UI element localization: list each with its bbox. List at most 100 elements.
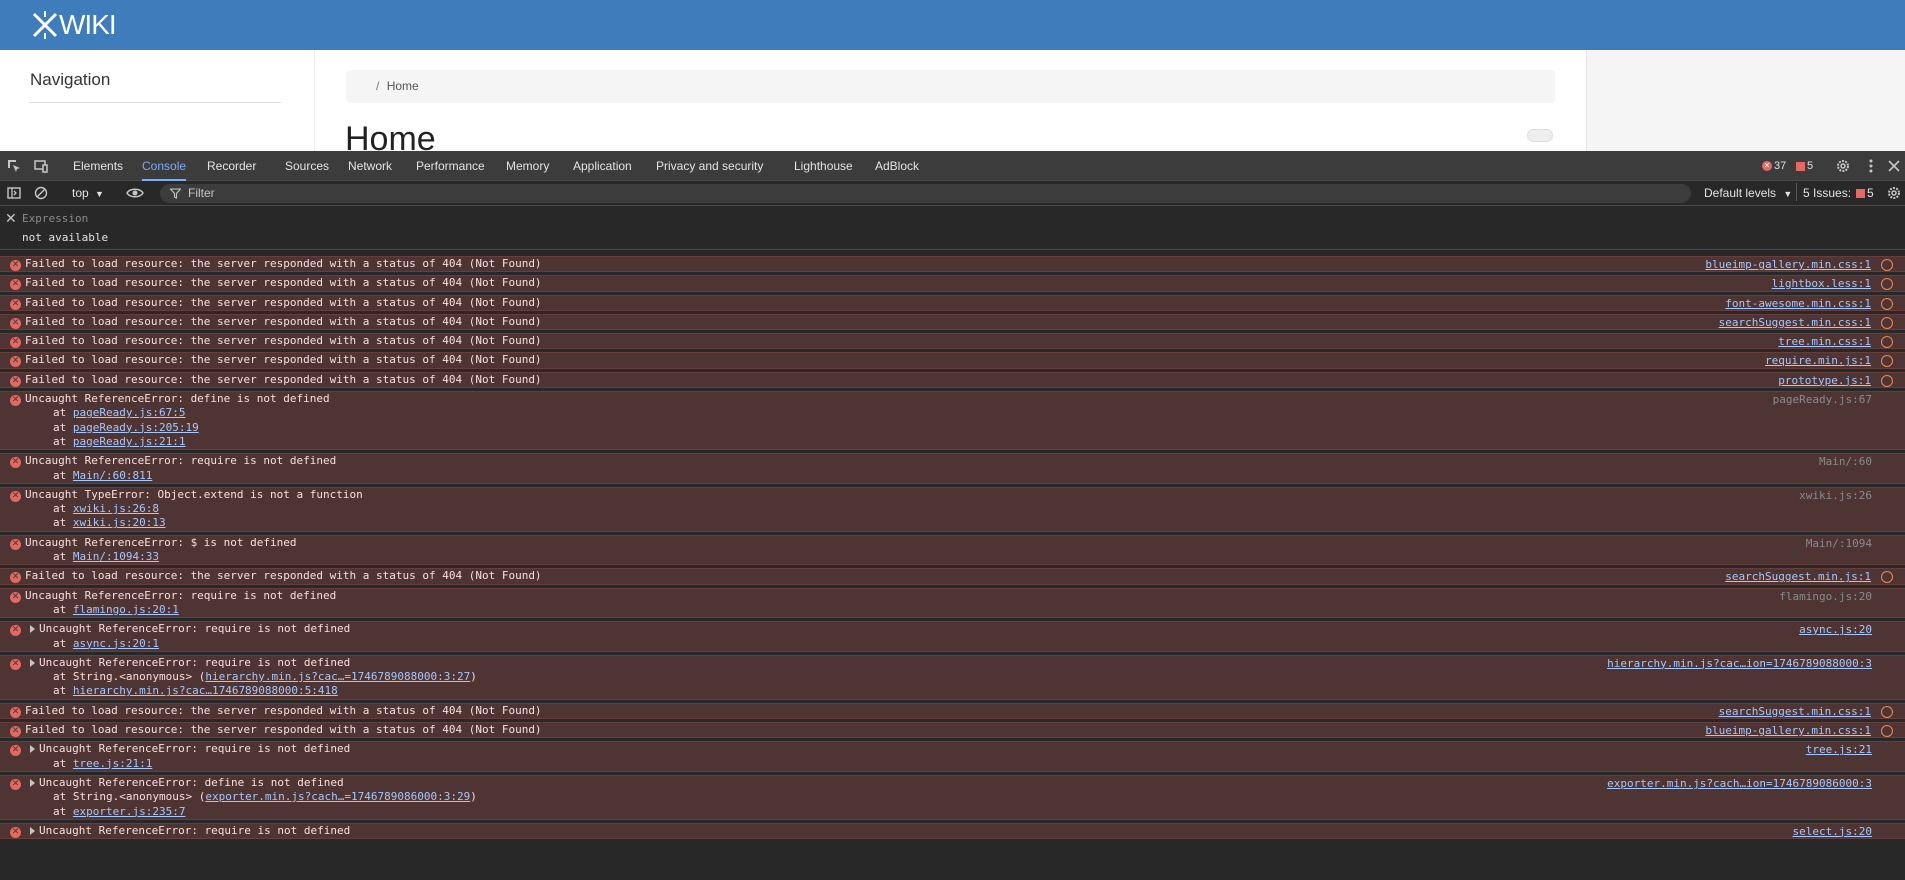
console-message[interactable]: ✕ Uncaught ReferenceError: define is not … — [0, 774, 1905, 820]
tab-privacy-and-security[interactable]: Privacy and security — [656, 151, 763, 181]
expand-triangle-icon[interactable] — [30, 658, 35, 667]
console-message[interactable]: ✕ Failed to load resource: the server res… — [0, 702, 1905, 720]
source-link[interactable]: blueimp-gallery.min.css:1 — [1705, 724, 1871, 738]
tab-console[interactable]: Console — [142, 151, 187, 181]
stack-link[interactable]: hierarchy.min.js?cac…=1746789088000:3:27 — [205, 670, 470, 683]
source-link[interactable]: blueimp-gallery.min.css:1 — [1705, 258, 1871, 272]
source-link[interactable]: Main/:1094 — [1806, 537, 1872, 551]
inspect-element-icon[interactable] — [6, 158, 22, 174]
source-link[interactable]: select.js:20 — [1793, 825, 1872, 839]
expand-triangle-icon[interactable] — [30, 625, 35, 634]
stack-link[interactable]: exporter.js:235:7 — [73, 805, 186, 818]
error-icon: ✕ — [10, 298, 21, 310]
console-message[interactable]: ✕ Uncaught ReferenceError: require is not… — [0, 453, 1905, 484]
console-message[interactable]: ✕ Uncaught ReferenceError: require is not… — [0, 741, 1905, 772]
console-message[interactable]: ✕ Uncaught ReferenceError: define is not … — [0, 391, 1905, 451]
tab-elements[interactable]: Elements — [73, 151, 123, 181]
network-request-icon[interactable] — [1881, 259, 1893, 271]
stack-link[interactable]: flamingo.js:20:1 — [73, 603, 179, 616]
expand-triangle-icon[interactable] — [30, 778, 35, 787]
source-link[interactable]: font-awesome.min.css:1 — [1725, 297, 1871, 311]
error-count-badge[interactable]: ✕ 37 — [1762, 159, 1786, 173]
filter-icon — [170, 188, 181, 199]
source-link[interactable]: searchSuggest.min.css:1 — [1719, 316, 1871, 330]
console-settings-gear-icon[interactable] — [1886, 185, 1902, 201]
stack-link[interactable]: Main/:1094:33 — [73, 550, 159, 563]
stack-link[interactable]: Main/:60:811 — [73, 469, 152, 482]
tab-application[interactable]: Application — [573, 151, 632, 181]
log-levels-dropdown[interactable]: Default levels ▼ — [1704, 186, 1792, 200]
source-link[interactable]: require.min.js:1 — [1765, 354, 1871, 368]
source-link[interactable]: prototype.js:1 — [1778, 374, 1871, 388]
source-link[interactable]: async.js:20 — [1799, 623, 1872, 637]
live-expression-eye-icon[interactable] — [126, 185, 144, 201]
stack-link[interactable]: exporter.min.js?cach…=1746789086000:3:29 — [205, 790, 470, 803]
stack-link[interactable]: async.js:20:1 — [73, 637, 159, 650]
expand-triangle-icon[interactable] — [30, 826, 35, 835]
source-link[interactable]: searchSuggest.min.js:1 — [1725, 570, 1871, 584]
console-message[interactable]: ✕ Failed to load resource: the server res… — [0, 722, 1905, 739]
console-message[interactable]: ✕ Uncaught TypeError: Object.extend is no… — [0, 486, 1905, 532]
tab-network[interactable]: Network — [348, 151, 392, 181]
more-options-icon[interactable] — [1863, 158, 1879, 174]
tab-recorder[interactable]: Recorder — [207, 151, 256, 181]
console-message[interactable]: ✕ Failed to load resource: the server res… — [0, 352, 1905, 369]
console-message[interactable]: ✕ Failed to load resource: the server res… — [0, 256, 1905, 273]
page-menu-toggle[interactable] — [1527, 129, 1553, 142]
expand-triangle-icon[interactable] — [30, 745, 35, 754]
stack-link[interactable]: pageReady.js:67:5 — [73, 406, 186, 419]
source-link[interactable]: tree.js:21 — [1806, 743, 1872, 757]
stack-link[interactable]: pageReady.js:21:1 — [73, 435, 186, 448]
stack-link[interactable]: tree.js:21:1 — [73, 757, 152, 770]
console-message[interactable]: ✕ Uncaught ReferenceError: require is not… — [0, 822, 1905, 840]
clear-console-icon[interactable] — [33, 185, 49, 201]
stack-link[interactable]: hierarchy.min.js?cac…1746789088000:5:418 — [73, 684, 338, 697]
tab-sources[interactable]: Sources — [285, 151, 329, 181]
tab-performance[interactable]: Performance — [416, 151, 485, 181]
tab-adblock[interactable]: AdBlock — [875, 151, 919, 181]
network-request-icon[interactable] — [1881, 725, 1893, 738]
source-link[interactable]: flamingo.js:20 — [1779, 590, 1872, 604]
console-message[interactable]: ✕ Failed to load resource: the server res… — [0, 568, 1905, 585]
source-link[interactable]: pageReady.js:67 — [1773, 393, 1872, 407]
xwiki-logo[interactable]: WIKI — [32, 9, 117, 41]
stack-link[interactable]: xwiki.js:20:13 — [73, 516, 166, 529]
filter-input[interactable]: Filter — [160, 184, 1691, 203]
settings-gear-icon[interactable] — [1835, 158, 1851, 174]
source-link[interactable]: tree.min.css:1 — [1778, 335, 1871, 349]
source-link[interactable]: lightbox.less:1 — [1772, 277, 1871, 291]
console-message[interactable]: ✕ Failed to load resource: the server res… — [0, 275, 1905, 292]
stack-link[interactable]: pageReady.js:205:19 — [73, 421, 199, 434]
network-request-icon[interactable] — [1881, 316, 1893, 329]
console-message[interactable]: ✕ Failed to load resource: the server res… — [0, 333, 1905, 350]
source-link[interactable]: hierarchy.min.js?cac…ion=1746789088000:3 — [1607, 657, 1872, 671]
device-toolbar-icon[interactable] — [33, 158, 49, 174]
console-message[interactable]: ✕ Uncaught ReferenceError: require is not… — [0, 587, 1905, 619]
source-link[interactable]: searchSuggest.min.css:1 — [1719, 705, 1871, 719]
tab-lighthouse[interactable]: Lighthouse — [794, 151, 853, 181]
close-devtools-icon[interactable] — [1886, 158, 1902, 174]
stack-link[interactable]: xwiki.js:26:8 — [73, 502, 159, 515]
console-message[interactable]: ✕ Failed to load resource: the server res… — [0, 294, 1905, 311]
source-link[interactable]: xwiki.js:26 — [1799, 489, 1872, 503]
console-message[interactable]: ✕ Failed to load resource: the server res… — [0, 313, 1905, 331]
tab-memory[interactable]: Memory — [506, 151, 549, 181]
breadcrumb-home[interactable]: Home — [387, 79, 419, 93]
sidebar-toggle-icon[interactable] — [6, 185, 22, 201]
issue-count-badge[interactable]: 5 — [1796, 159, 1813, 173]
console-message[interactable]: ✕ Uncaught ReferenceError: require is not… — [0, 654, 1905, 700]
console-message[interactable]: ✕ Uncaught ReferenceError: require is not… — [0, 621, 1905, 652]
network-request-icon[interactable] — [1881, 374, 1893, 387]
stack-prefix: at — [53, 420, 73, 434]
source-link[interactable]: exporter.min.js?cach…ion=1746789086000:3 — [1607, 777, 1872, 791]
expression-input[interactable]: Expression — [22, 212, 88, 225]
issues-button[interactable]: 5 Issues: 5 — [1796, 183, 1874, 201]
error-icon: ✕ — [10, 591, 21, 603]
context-selector[interactable]: top ▼ — [72, 186, 104, 200]
network-request-icon[interactable] — [1881, 297, 1893, 310]
console-message[interactable]: ✕ Uncaught ReferenceError: $ is not defin… — [0, 534, 1905, 566]
source-link[interactable]: Main/:60 — [1819, 455, 1872, 469]
network-request-icon[interactable] — [1881, 705, 1893, 718]
remove-expression-close-icon[interactable]: ✕ — [5, 210, 17, 227]
console-message[interactable]: ✕ Failed to load resource: the server res… — [0, 371, 1905, 389]
